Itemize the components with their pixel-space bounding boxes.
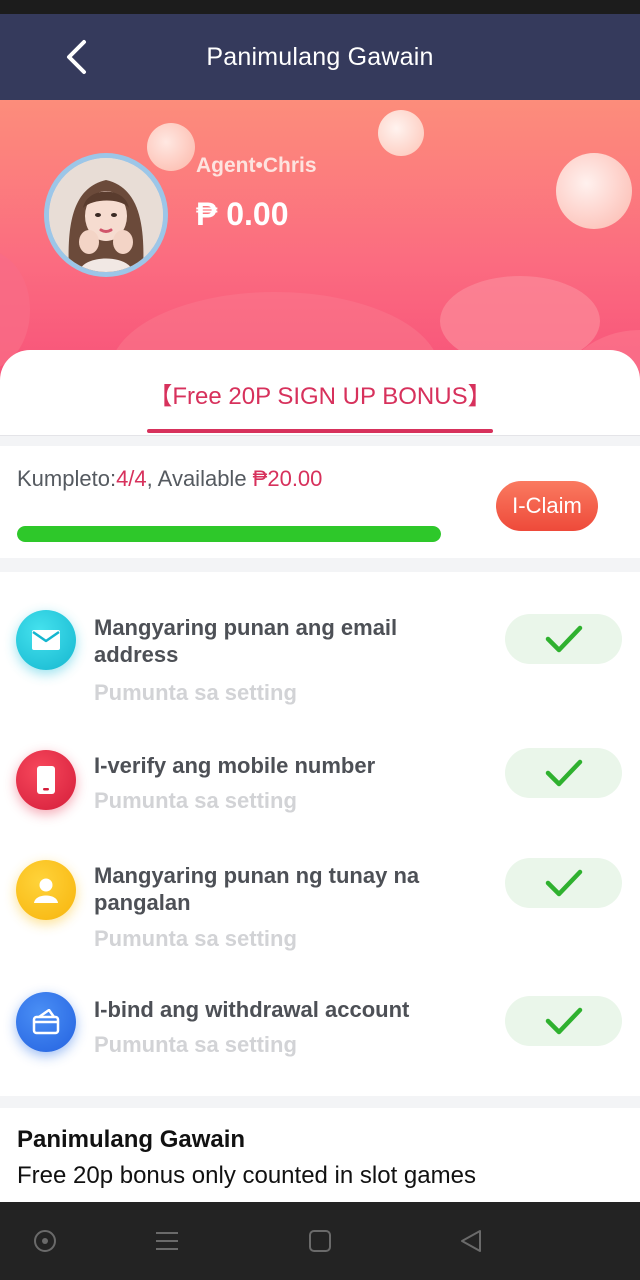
task-settings-link[interactable]: Pumunta sa setting [94,1032,297,1058]
agent-name: Agent•Chris [196,154,317,177]
footer-title: Panimulang Gawain [17,1126,246,1153]
square-icon [309,1230,331,1252]
user-icon [16,860,76,920]
task-title: Mangyaring punan ng tunay na pangalan [94,863,420,915]
menu-icon [156,1232,178,1250]
tab-active-indicator [147,429,493,433]
menu-button[interactable] [152,1226,182,1256]
decorative-bubble [556,153,632,229]
task-title: I-verify ang mobile number [94,753,376,778]
app-header: Panimulang Gawain [0,14,640,100]
progress-label: Kumpleto: [17,466,117,491]
envelope-icon [16,610,76,670]
balance-amount: ₱ 0.00 [196,196,289,232]
tab-signup-bonus[interactable]: 【Free 20P SIGN UP BONUS】 [0,376,640,411]
back-nav-button[interactable] [456,1226,486,1256]
progress-card: Kumpleto:4/4, Available ₱20.00 I-Claim [0,446,640,558]
bank-card-icon [16,992,76,1052]
claim-button[interactable]: I-Claim [496,481,598,531]
progress-bar [17,526,441,542]
progress-bar-fill [17,526,441,542]
footer-description: Free 20p bonus only counted in slot game… [17,1162,476,1189]
progress-count: 4/4 [116,466,147,491]
footer-info: Panimulang Gawain Free 20p bonus only co… [0,1108,640,1202]
available-label: , Available [146,466,253,491]
task-completed-button[interactable] [505,614,622,664]
mobile-phone-icon [16,750,76,810]
tab-bar: 【Free 20P SIGN UP BONUS】 [0,350,640,436]
assistant-icon [34,1230,56,1252]
chevron-left-icon [67,40,86,74]
task-settings-link[interactable]: Pumunta sa setting [94,926,297,952]
home-button[interactable] [305,1226,335,1256]
check-icon [545,759,582,787]
task-completed-button[interactable] [505,858,622,908]
back-button[interactable] [56,34,96,80]
task-title: I-bind ang withdrawal account [94,997,410,1022]
progress-summary: Kumpleto:4/4, Available ₱20.00 [17,466,322,492]
task-completed-button[interactable] [505,748,622,798]
available-amount: ₱20.00 [252,466,323,491]
decorative-bubble [378,110,424,156]
page-title: Panimulang Gawain [206,42,434,71]
task-settings-link[interactable]: Pumunta sa setting [94,788,297,814]
task-title: Mangyaring punan ang email address [94,615,398,667]
decorative-bubble [147,123,195,171]
check-icon [545,1007,582,1035]
avatar-image [49,158,163,272]
status-bar [0,0,640,14]
task-completed-button[interactable] [505,996,622,1046]
task-settings-link[interactable]: Pumunta sa setting [94,680,297,706]
avatar[interactable] [44,153,168,277]
task-list: Mangyaring punan ang email address Pumun… [0,572,640,1096]
triangle-back-icon [461,1230,481,1252]
check-icon [545,869,582,897]
check-icon [545,625,582,653]
assistant-button[interactable] [30,1226,60,1256]
system-nav-bar [0,1202,640,1280]
